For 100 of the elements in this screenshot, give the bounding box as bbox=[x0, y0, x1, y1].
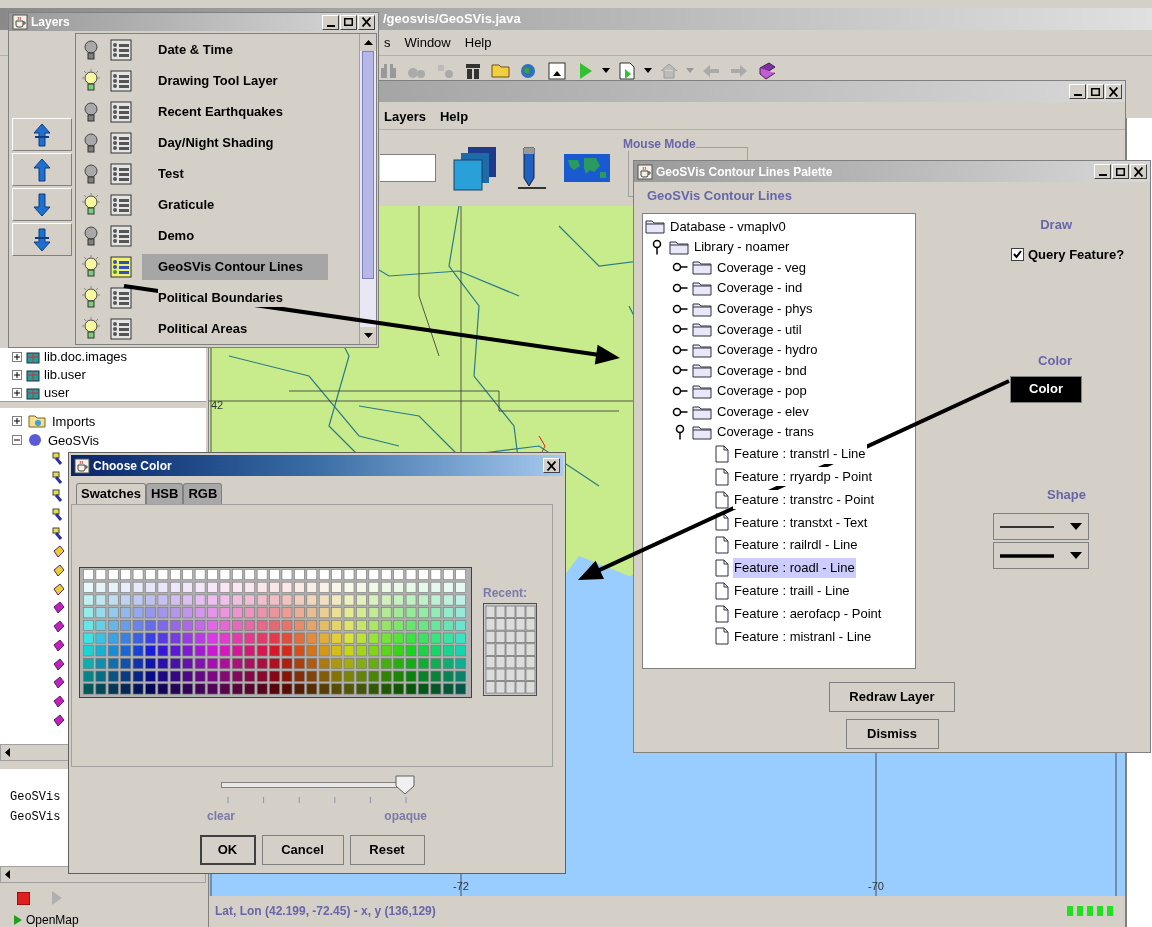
stacked-layers-icon[interactable] bbox=[452, 145, 498, 191]
recent-swatch-grid-drawing[interactable] bbox=[483, 603, 537, 696]
layer-name[interactable]: Demo bbox=[142, 222, 328, 249]
swatch-grid-drawing[interactable] bbox=[79, 567, 472, 698]
window-title: Choose Color bbox=[93, 457, 172, 475]
collapsed-handle-icon[interactable] bbox=[672, 283, 688, 294]
menu-item[interactable]: Help bbox=[464, 32, 492, 53]
layer-name[interactable]: Test bbox=[142, 160, 328, 187]
tree-item[interactable]: Feature : rryardp - Point bbox=[733, 466, 873, 487]
folder-icon bbox=[692, 341, 712, 358]
tree-item[interactable]: Imports bbox=[52, 411, 96, 432]
tree-item[interactable]: Feature : transtrc - Point bbox=[733, 489, 876, 510]
layer-name[interactable]: Day/Night Shading bbox=[142, 129, 328, 156]
opacity-slider[interactable] bbox=[221, 775, 413, 795]
latitude-label: 42 bbox=[211, 398, 224, 413]
expand-icon[interactable] bbox=[12, 352, 22, 362]
dialog-button[interactable]: Reset bbox=[349, 835, 425, 865]
layer-name[interactable]: GeoSVis Contour Lines bbox=[142, 253, 328, 280]
minimize-button[interactable] bbox=[1069, 84, 1086, 99]
console-line: GeoSVis bbox=[10, 809, 62, 827]
close-button[interactable] bbox=[1105, 84, 1122, 99]
window-icon[interactable] bbox=[546, 59, 568, 82]
collapsed-handle-icon[interactable] bbox=[672, 365, 688, 376]
tree-item[interactable]: GeoSVis bbox=[48, 430, 100, 451]
tab[interactable]: Swatches bbox=[76, 483, 146, 504]
layer-name[interactable]: Political Areas bbox=[142, 315, 328, 342]
expand-icon[interactable] bbox=[12, 416, 22, 427]
move-down-button[interactable] bbox=[12, 188, 72, 221]
close-button[interactable] bbox=[543, 458, 560, 473]
collapsed-handle-icon[interactable] bbox=[672, 344, 688, 355]
tree-item[interactable]: Feature : transtrl - Line bbox=[733, 444, 867, 464]
color-button[interactable]: Color bbox=[1010, 375, 1082, 403]
scroll-left-icon bbox=[5, 870, 10, 880]
tree-item[interactable]: user bbox=[44, 383, 70, 403]
tree-item[interactable]: lib.user bbox=[44, 365, 86, 385]
caret-icon[interactable] bbox=[602, 68, 610, 73]
move-to-bottom-button[interactable] bbox=[12, 223, 72, 256]
maximize-button[interactable] bbox=[1112, 164, 1129, 179]
tab[interactable]: RGB bbox=[183, 483, 223, 504]
line-style-dropdown[interactable] bbox=[993, 513, 1089, 540]
dialog-button[interactable]: OK bbox=[199, 835, 256, 865]
document-icon bbox=[715, 627, 729, 646]
expand-icon[interactable] bbox=[12, 370, 22, 380]
menu-item[interactable]: Window bbox=[404, 32, 451, 53]
package-icon bbox=[25, 350, 41, 364]
list-icon[interactable] bbox=[110, 286, 132, 309]
scrollbar[interactable] bbox=[359, 34, 376, 344]
expanded-handle-icon[interactable] bbox=[652, 238, 662, 255]
collapse-icon[interactable] bbox=[12, 435, 22, 446]
light-bulb-icon[interactable] bbox=[80, 192, 102, 217]
checkbox-label: Query Feature? bbox=[1028, 245, 1125, 264]
dialog-button[interactable]: Cancel bbox=[261, 835, 344, 865]
light-bulb-icon[interactable] bbox=[80, 68, 102, 93]
tree-item[interactable]: lib.doc.images bbox=[44, 347, 128, 367]
folder-icon bbox=[692, 403, 712, 420]
checkbox[interactable] bbox=[1011, 247, 1024, 261]
line-style-dropdown[interactable] bbox=[993, 542, 1089, 569]
collapsed-handle-icon[interactable] bbox=[672, 386, 688, 397]
tree-item[interactable]: Feature : roadl - Line bbox=[733, 558, 856, 578]
console-line: GeoSVis bbox=[10, 789, 62, 807]
panel-heading: GeoSVis Contour Lines bbox=[646, 187, 793, 205]
method-icon bbox=[52, 601, 66, 615]
coffee-cup-icon bbox=[74, 457, 90, 474]
menu-item[interactable]: Help bbox=[439, 106, 469, 127]
tab[interactable]: HSB bbox=[146, 483, 184, 504]
text-field[interactable] bbox=[380, 154, 436, 182]
layer-name[interactable]: Graticule bbox=[142, 191, 328, 218]
document-icon bbox=[715, 444, 729, 463]
close-button[interactable] bbox=[358, 14, 375, 30]
method-icon bbox=[52, 657, 66, 671]
scroll-down-icon bbox=[363, 333, 373, 338]
menu-item[interactable]: s bbox=[384, 32, 391, 53]
light-bulb-icon[interactable] bbox=[80, 285, 102, 310]
close-button[interactable] bbox=[1130, 164, 1147, 179]
minimize-button[interactable] bbox=[1094, 164, 1111, 179]
expand-icon[interactable] bbox=[12, 388, 22, 398]
move-up-button[interactable] bbox=[12, 153, 72, 186]
maximize-button[interactable] bbox=[340, 14, 357, 30]
collapsed-handle-icon[interactable] bbox=[672, 262, 688, 273]
tab[interactable]: OpenMap bbox=[26, 913, 79, 927]
window-title: /geosvis/GeoSVis.java bbox=[383, 10, 521, 29]
light-bulb-icon[interactable] bbox=[80, 254, 102, 279]
document-icon[interactable] bbox=[616, 59, 638, 82]
collapsed-handle-icon[interactable] bbox=[672, 324, 688, 335]
layer-name[interactable]: Date & Time bbox=[142, 36, 328, 63]
menu-item[interactable]: Layers bbox=[384, 106, 426, 127]
caret-icon[interactable] bbox=[644, 68, 652, 73]
dialog-button[interactable]: Redraw Layer bbox=[829, 682, 955, 712]
collapsed-handle-icon[interactable] bbox=[672, 406, 688, 417]
maximize-button[interactable] bbox=[1087, 84, 1104, 99]
slider-min-label: clear bbox=[207, 808, 236, 825]
move-to-top-button[interactable] bbox=[12, 118, 72, 151]
close-icon bbox=[1109, 86, 1118, 97]
slider-thumb[interactable] bbox=[395, 775, 415, 795]
collapsed-handle-icon[interactable] bbox=[672, 303, 688, 314]
expanded-handle-icon[interactable] bbox=[675, 424, 685, 441]
light-bulb-icon[interactable] bbox=[80, 316, 102, 341]
dialog-button[interactable]: Dismiss bbox=[845, 719, 939, 749]
minimize-button[interactable] bbox=[322, 14, 339, 30]
stop-icon[interactable] bbox=[17, 891, 30, 905]
